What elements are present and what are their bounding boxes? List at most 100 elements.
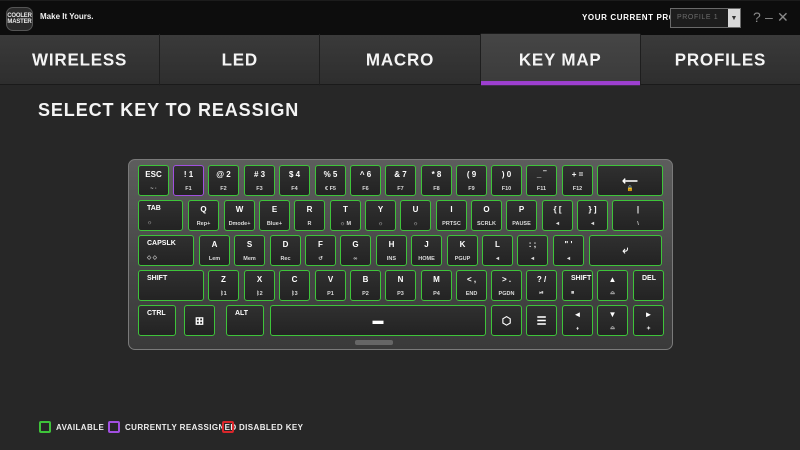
key-row5-8[interactable]: ► ✦ (633, 305, 664, 336)
key-row2-8[interactable]: I PRTSC (436, 200, 467, 231)
key-label: } ] (588, 205, 597, 214)
key-row5-7[interactable]: ▼ ⌓ (597, 305, 628, 336)
key-sublabel: 🔒 (626, 186, 634, 192)
tab-macro[interactable]: MACRO (320, 33, 481, 86)
tab-led[interactable]: LED (160, 33, 321, 86)
key-row1-3[interactable]: # 3 F3 (244, 165, 275, 196)
key-row3-12[interactable]: ⤶ (589, 235, 662, 266)
key-row2-7[interactable]: U ☼ (400, 200, 431, 231)
key-row1-2[interactable]: @ 2 F2 (208, 165, 239, 196)
key-row5-3[interactable]: ▬ (270, 305, 486, 336)
key-row4-2[interactable]: X ᛒ2 (244, 270, 275, 301)
help-button[interactable]: ? (753, 10, 761, 24)
key-row5-1[interactable]: ⊞ (184, 305, 215, 336)
available-swatch-icon (39, 421, 51, 433)
key-row2-5[interactable]: T ☼ M (330, 200, 361, 231)
key-row3-4[interactable]: F ↺ (305, 235, 336, 266)
profile-dropdown[interactable]: PROFILE 1 ▼ (670, 8, 741, 28)
tab-profiles[interactable]: PROFILES (641, 34, 800, 85)
key-row3-5[interactable]: G ∞ (340, 235, 371, 266)
page-title: SELECT KEY TO REASSIGN (38, 100, 300, 120)
key-row1-11[interactable]: _ ‾ F11 (526, 165, 557, 196)
key-row5-4[interactable]: ⬡ (491, 305, 522, 336)
key-label: ⤶ (622, 244, 629, 256)
key-row1-8[interactable]: * 8 F8 (421, 165, 452, 196)
key-row2-1[interactable]: Q Rep+ (188, 200, 219, 231)
key-label: O (483, 205, 490, 214)
chevron-down-icon[interactable]: ▼ (728, 9, 740, 27)
key-label: W (235, 205, 244, 214)
key-row5-0[interactable]: CTRL (138, 305, 176, 336)
key-sublabel: ᛒ2 (256, 291, 263, 297)
key-row1-10[interactable]: ) 0 F10 (491, 165, 522, 196)
key-row1-13[interactable]: ⟵ 🔒 (597, 165, 663, 196)
key-label: ▬ (372, 314, 384, 327)
key-row4-3[interactable]: C ᛒ3 (279, 270, 310, 301)
title-bar: COOLER MASTER Make It Yours. YOUR CURREN… (0, 0, 800, 35)
key-row4-8[interactable]: < , END (456, 270, 487, 301)
key-row2-11[interactable]: { [◄ (542, 200, 573, 231)
key-row1-1[interactable]: ! 1 F1 (173, 165, 204, 196)
key-row4-1[interactable]: Z ᛒ1 (208, 270, 239, 301)
key-row2-10[interactable]: P PAUSE (506, 200, 537, 231)
key-row1-0[interactable]: ESC ~ · (138, 165, 169, 196)
key-row4-9[interactable]: > . PGDN (491, 270, 522, 301)
key-sublabel: ☼ (412, 221, 419, 227)
key-row4-6[interactable]: N P3 (385, 270, 416, 301)
key-sublabel: ↺ (318, 256, 323, 262)
key-row3-0[interactable]: CAPSLK ◇ ◇ (138, 235, 194, 266)
key-row3-3[interactable]: D Rec (270, 235, 301, 266)
key-row1-7[interactable]: & 7 F7 (385, 165, 416, 196)
key-row2-13[interactable]: | \ (612, 200, 664, 231)
key-row3-9[interactable]: L ◄ (482, 235, 513, 266)
key-row2-3[interactable]: E Blue+ (259, 200, 290, 231)
key-row4-10[interactable]: ? / ⏯ (526, 270, 557, 301)
key-row4-12[interactable]: ▲ ⌓ (597, 270, 628, 301)
key-row2-6[interactable]: Y ☼ (365, 200, 396, 231)
key-sublabel: R (307, 221, 312, 227)
tab-key-map[interactable]: KEY MAP (480, 33, 641, 86)
key-row2-4[interactable]: RR (294, 200, 325, 231)
key-row4-13[interactable]: DEL (633, 270, 664, 301)
legend-available: AVAILABLE (39, 421, 104, 433)
key-sublabel: HOME (418, 256, 435, 262)
key-row3-6[interactable]: H INS (376, 235, 407, 266)
key-row3-10[interactable]: : ; ◄ (517, 235, 548, 266)
key-row4-4[interactable]: V P1 (315, 270, 346, 301)
key-row1-6[interactable]: ^ 6 F6 (350, 165, 381, 196)
key-row5-6[interactable]: ◄ ♦ (562, 305, 593, 336)
key-row1-9[interactable]: ( 9 F9 (456, 165, 487, 196)
key-row1-4[interactable]: $ 4 F4 (279, 165, 310, 196)
key-row4-11[interactable]: SHIFT ■ (562, 270, 593, 301)
key-label: ( 9 (466, 170, 477, 179)
key-sublabel: ◄ (529, 256, 536, 262)
minimize-button[interactable]: – (765, 10, 773, 24)
key-row2-9[interactable]: O SCRLK (471, 200, 502, 231)
key-row3-11[interactable]: " ' ◄ (553, 235, 584, 266)
key-label: ▲ (608, 275, 617, 284)
key-label: F (318, 240, 323, 249)
key-label: % 5 (323, 170, 338, 179)
key-row1-5[interactable]: % 5 € F5 (315, 165, 346, 196)
key-row3-8[interactable]: K PGUP (447, 235, 478, 266)
key-row2-2[interactable]: W Dmode+ (224, 200, 255, 231)
key-row4-5[interactable]: B P2 (350, 270, 381, 301)
legend-reassigned: CURRENTLY REASSIGNED (108, 421, 237, 433)
reassigned-swatch-icon (108, 421, 120, 433)
key-row1-12[interactable]: + = F12 (562, 165, 593, 196)
key-row4-7[interactable]: M P4 (421, 270, 452, 301)
key-row3-7[interactable]: J HOME (411, 235, 442, 266)
close-button[interactable]: ✕ (777, 10, 789, 24)
key-sublabel: PAUSE (512, 221, 531, 227)
key-row2-0[interactable]: TAB ☼ (138, 200, 183, 231)
key-sublabel: ~ · (150, 186, 157, 192)
key-sublabel: END (465, 291, 478, 297)
key-row4-0[interactable]: SHIFT (138, 270, 204, 301)
key-label: # 3 (253, 170, 266, 179)
key-row3-1[interactable]: A Lem (199, 235, 230, 266)
key-row5-2[interactable]: ALT (226, 305, 264, 336)
tab-wireless[interactable]: WIRELESS (0, 33, 161, 86)
key-row5-5[interactable]: ☰ (526, 305, 557, 336)
key-row2-12[interactable]: } ] ◄ (577, 200, 608, 231)
key-row3-2[interactable]: S Mem (234, 235, 265, 266)
